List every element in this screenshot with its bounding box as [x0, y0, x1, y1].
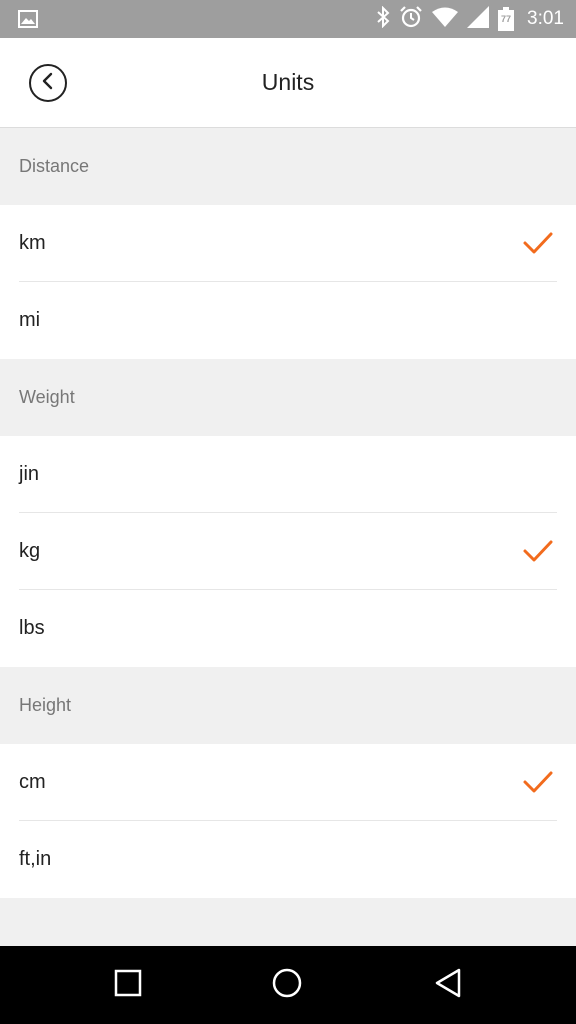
battery-level: 77 [501, 14, 512, 24]
recent-apps-icon [114, 969, 142, 1002]
checkmark-icon [522, 231, 554, 257]
wifi-icon [432, 7, 459, 32]
option-mi[interactable]: mi [0, 282, 576, 359]
section-header-weight: Weight [0, 359, 576, 436]
option-label: jin [19, 463, 40, 485]
recent-apps-button[interactable] [112, 969, 144, 1001]
option-label: mi [19, 309, 41, 331]
option-label: cm [19, 771, 46, 793]
signal-icon [467, 5, 490, 33]
option-label: kg [19, 540, 41, 562]
option-label: lbs [19, 617, 45, 639]
image-notification-icon [18, 9, 38, 29]
checkmark-icon [522, 539, 554, 565]
page-title: Units [261, 69, 315, 95]
option-label: km [19, 232, 46, 254]
option-label: ft,in [19, 848, 52, 870]
option-cm[interactable]: cm [0, 744, 576, 821]
back-nav-button[interactable] [432, 967, 464, 1004]
back-icon [433, 967, 463, 1004]
battery-icon: 77 [498, 7, 515, 31]
section-header-height: Height [0, 667, 576, 744]
alarm-icon [399, 5, 423, 34]
units-list: Distance km mi Weight jin kg lbs Height … [0, 128, 576, 946]
home-button[interactable] [271, 967, 303, 1004]
home-icon [271, 967, 303, 1004]
option-km[interactable]: km [0, 205, 576, 282]
option-ft-in[interactable]: ft,in [0, 821, 576, 898]
bluetooth-icon [376, 5, 390, 33]
app-bar: Units [0, 38, 576, 128]
checkmark-icon [522, 770, 554, 796]
option-kg[interactable]: kg [0, 513, 576, 590]
option-lbs[interactable]: lbs [0, 590, 576, 667]
status-bar: 77 3:01 [0, 0, 576, 38]
option-jin[interactable]: jin [0, 436, 576, 513]
status-time: 3:01 [527, 8, 564, 29]
navigation-bar [0, 946, 576, 1024]
section-header-distance: Distance [0, 128, 576, 205]
